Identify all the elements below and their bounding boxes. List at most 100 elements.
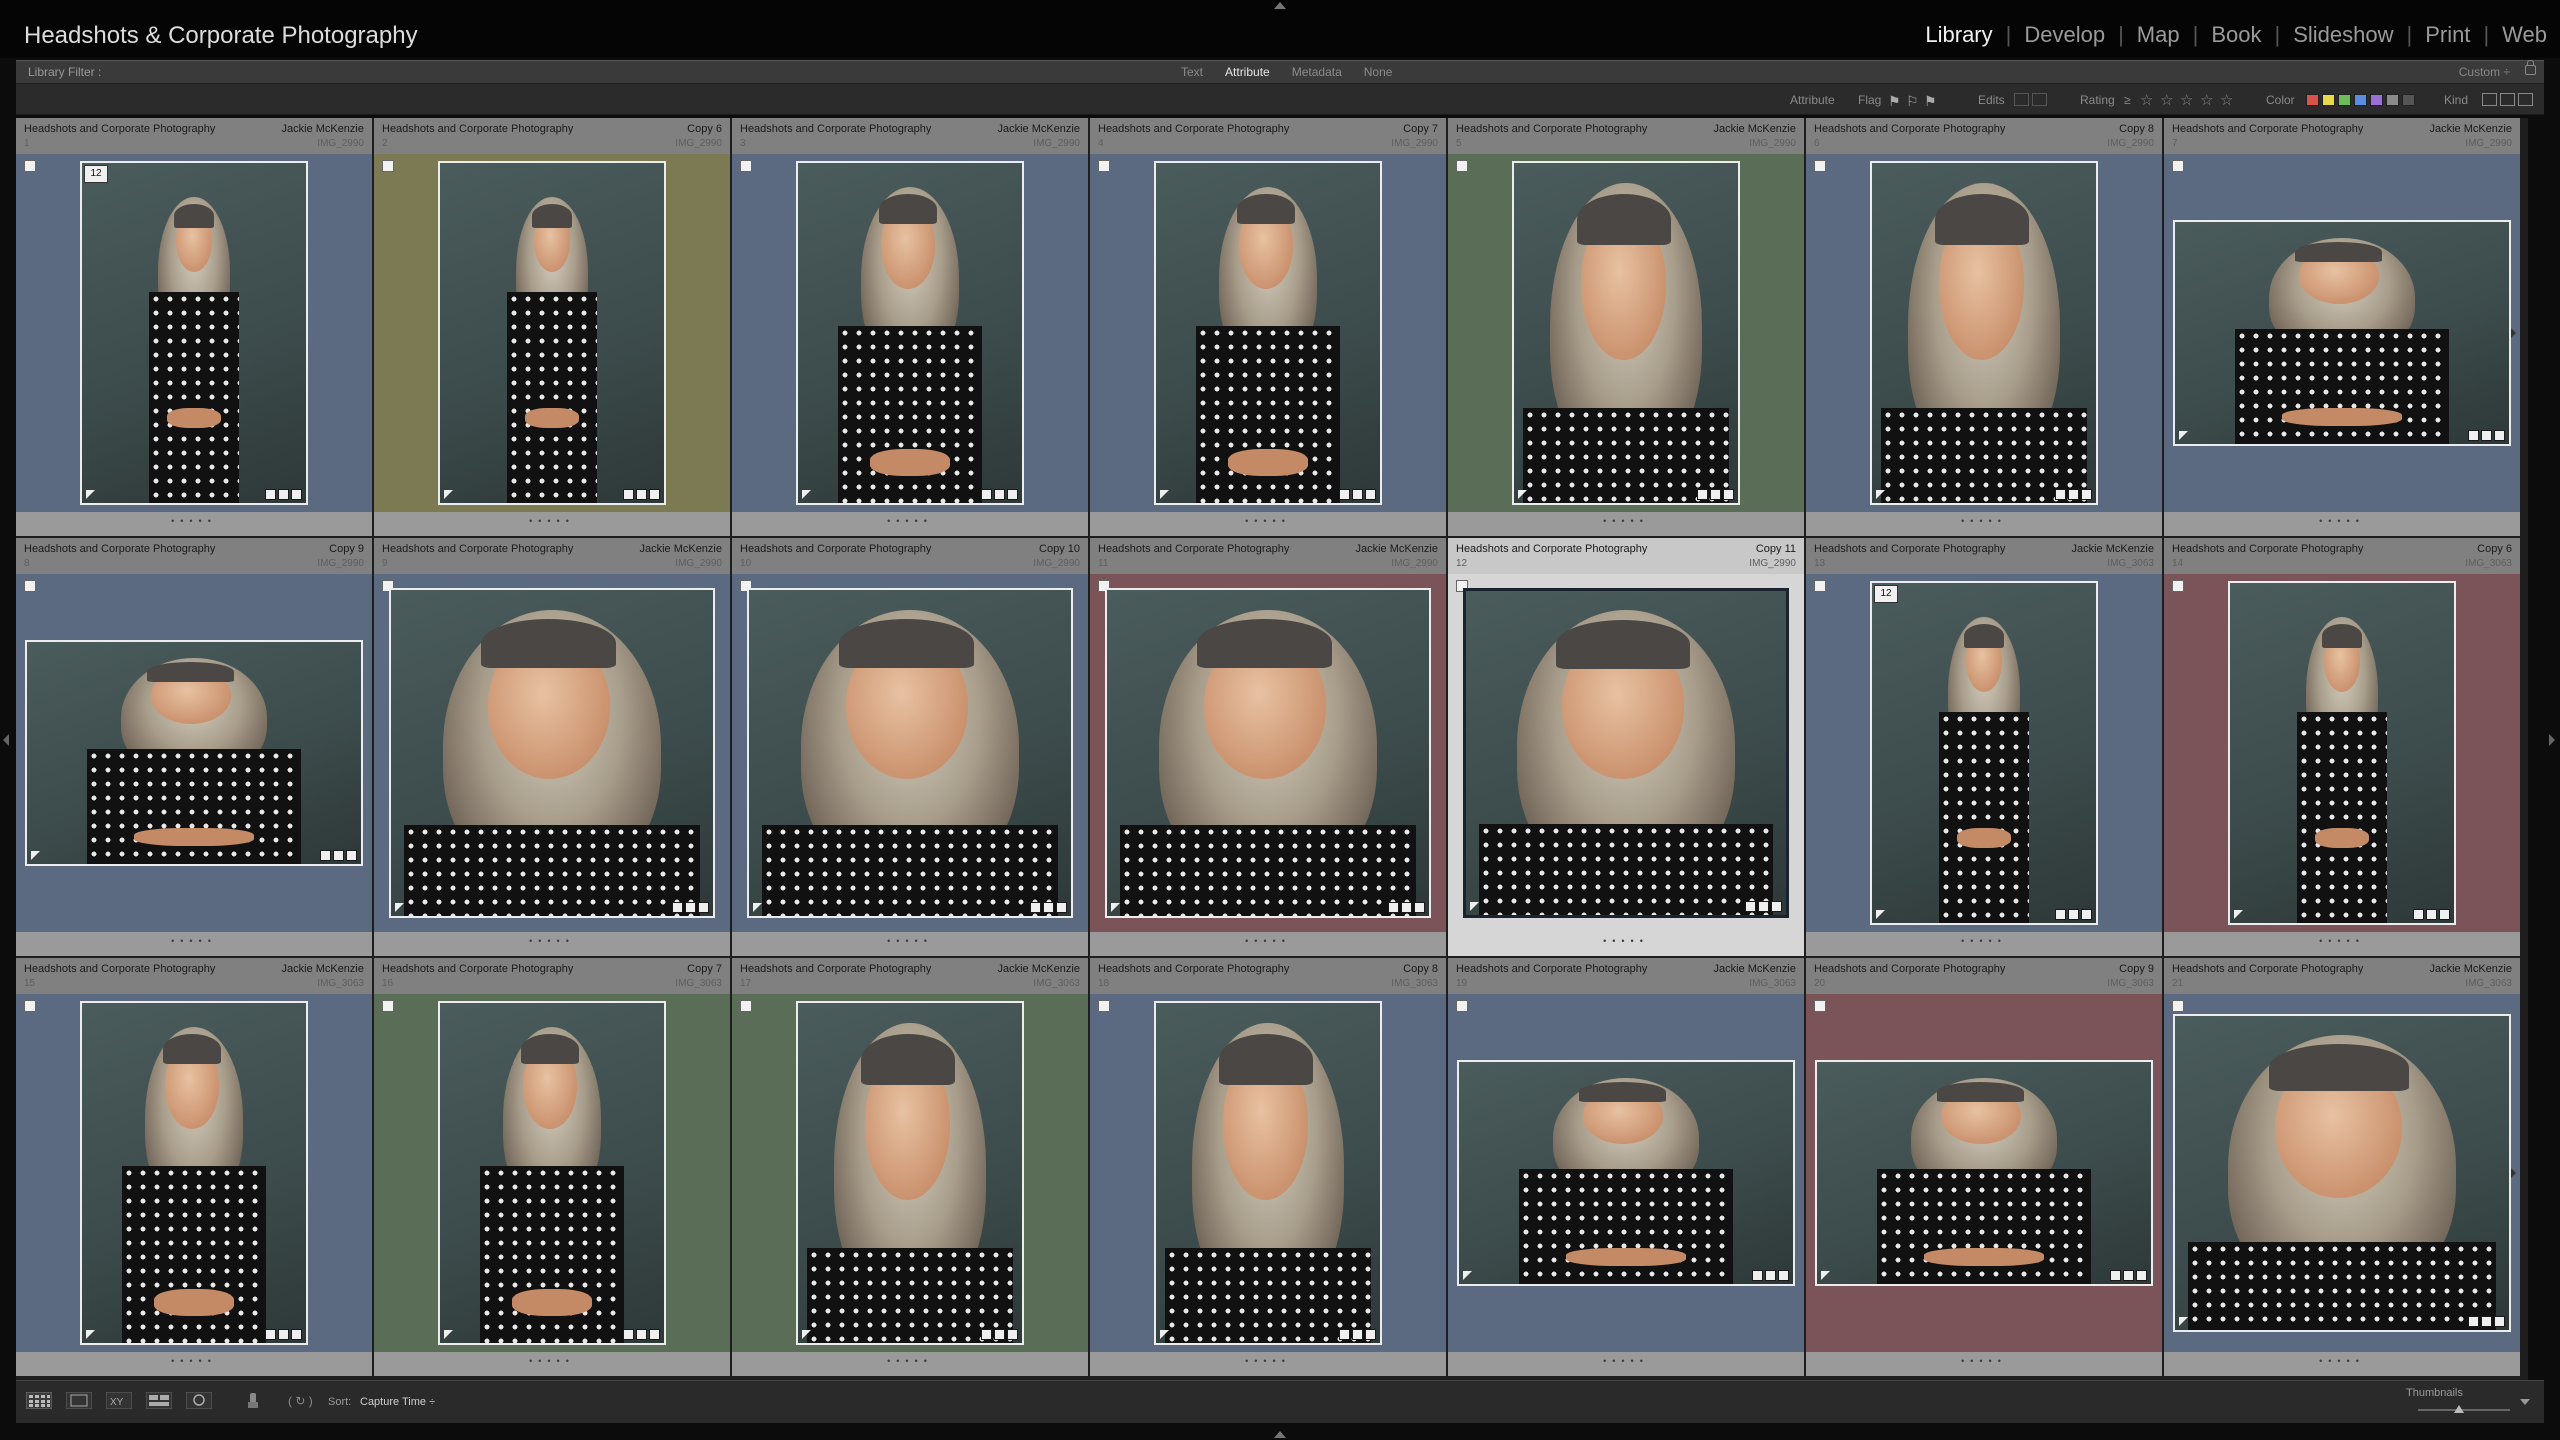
develop-adjustments-icon[interactable]	[2055, 489, 2066, 500]
rating-dots[interactable]: •••••	[732, 516, 1088, 526]
lock-icon[interactable]	[2525, 60, 2536, 75]
develop-adjustments-icon[interactable]	[672, 902, 683, 913]
crop-icon[interactable]	[278, 1329, 289, 1340]
develop-adjustments-icon[interactable]	[2055, 909, 2066, 920]
develop-adjustments-icon[interactable]	[1752, 1270, 1763, 1281]
thumbnail-size-slider-knob[interactable]	[2454, 1405, 2464, 1413]
crop-icon[interactable]	[685, 902, 696, 913]
left-panel-toggle-icon[interactable]	[3, 734, 9, 746]
thumbnail-photo[interactable]	[1457, 1060, 1795, 1286]
compare-view-icon[interactable]: XY	[106, 1392, 132, 1409]
grid-view-icon[interactable]	[26, 1392, 52, 1409]
flag-badge-icon[interactable]	[1814, 580, 1826, 592]
crop-icon[interactable]	[2481, 430, 2492, 441]
flag-unflagged-icon[interactable]: ⚐	[1906, 93, 1919, 110]
painter-icon[interactable]	[246, 1392, 260, 1409]
keyword-icon[interactable]	[1007, 1329, 1018, 1340]
star-icon-4[interactable]: ☆	[2200, 91, 2213, 109]
top-panel-toggle-icon[interactable]	[1274, 2, 1286, 9]
keyword-icon[interactable]	[2439, 909, 2450, 920]
thumbnail-cell[interactable]: Headshots and Corporate Photography Copy …	[16, 538, 372, 956]
develop-adjustments-icon[interactable]	[1339, 489, 1350, 500]
flag-badge-icon[interactable]	[740, 160, 752, 172]
develop-adjustments-icon[interactable]	[1388, 902, 1399, 913]
module-develop[interactable]: Develop	[2011, 22, 2118, 48]
rating-dots[interactable]: •••••	[1806, 1356, 2162, 1366]
crop-icon[interactable]	[2123, 1270, 2134, 1281]
flag-picked-icon[interactable]: ⚑	[1888, 93, 1901, 110]
develop-adjustments-icon[interactable]	[623, 489, 634, 500]
keyword-icon[interactable]	[2494, 430, 2505, 441]
thumbnail-photo[interactable]	[438, 1001, 666, 1345]
stack-count-badge[interactable]: 12	[84, 165, 108, 183]
crop-icon[interactable]	[2426, 909, 2437, 920]
thumbnail-cell[interactable]: Headshots and Corporate Photography Jacki…	[16, 958, 372, 1376]
keyword-icon[interactable]	[1365, 489, 1376, 500]
thumbnail-cell[interactable]: Headshots and Corporate Photography Jacki…	[732, 118, 1088, 536]
unedited-filter-icon[interactable]	[2032, 93, 2047, 106]
keyword-icon[interactable]	[649, 1329, 660, 1340]
crop-icon[interactable]	[1710, 489, 1721, 500]
keyword-icon[interactable]	[291, 1329, 302, 1340]
develop-adjustments-icon[interactable]	[1697, 489, 1708, 500]
keyword-icon[interactable]	[1365, 1329, 1376, 1340]
crop-icon[interactable]	[333, 850, 344, 861]
rating-dots[interactable]: •••••	[16, 1356, 372, 1366]
flag-badge-icon[interactable]	[2172, 160, 2184, 172]
flag-badge-icon[interactable]	[24, 580, 36, 592]
crop-icon[interactable]	[2068, 909, 2079, 920]
rating-dots[interactable]: •••••	[732, 1356, 1088, 1366]
kind-video-icon[interactable]	[2518, 93, 2533, 106]
develop-adjustments-icon[interactable]	[2468, 1316, 2479, 1327]
rating-dots[interactable]: •••••	[374, 516, 730, 526]
rating-dots[interactable]: •••••	[1806, 936, 2162, 946]
thumbnail-photo[interactable]	[1463, 588, 1789, 918]
keyword-icon[interactable]	[1007, 489, 1018, 500]
thumbnail-cell[interactable]: Headshots and Corporate Photography Jacki…	[2164, 118, 2520, 536]
rating-dots[interactable]: •••••	[16, 516, 372, 526]
star-icon-5[interactable]: ☆	[2220, 91, 2233, 109]
keyword-icon[interactable]	[1778, 1270, 1789, 1281]
develop-adjustments-icon[interactable]	[1030, 902, 1041, 913]
stack-count-badge[interactable]: 12	[1874, 585, 1898, 603]
keyword-icon[interactable]	[1771, 901, 1782, 912]
filter-tab-metadata[interactable]: Metadata	[1281, 65, 1353, 79]
flag-badge-icon[interactable]	[24, 160, 36, 172]
filmstrip-toggle-icon[interactable]	[1274, 1431, 1286, 1438]
thumbnail-photo[interactable]	[796, 161, 1024, 505]
develop-adjustments-icon[interactable]	[2110, 1270, 2121, 1281]
rating-operator[interactable]: ≥	[2124, 93, 2131, 107]
flag-rejected-icon[interactable]: ⚑	[1924, 93, 1937, 110]
rating-dots[interactable]: •••••	[1806, 516, 2162, 526]
thumbnail-cell[interactable]: Headshots and Corporate Photography Jacki…	[1806, 538, 2162, 956]
rating-dots[interactable]: •••••	[1448, 516, 1804, 526]
crop-icon[interactable]	[2481, 1316, 2492, 1327]
rating-dots[interactable]: •••••	[1090, 1356, 1446, 1366]
thumbnail-cell[interactable]: Headshots and Corporate Photography Jacki…	[1448, 118, 1804, 536]
right-panel-toggle-icon[interactable]	[2549, 734, 2555, 746]
color-swatch-1[interactable]	[2306, 94, 2319, 106]
thumbnail-photo[interactable]	[1154, 161, 1382, 505]
filter-preset-dropdown[interactable]: Custom ÷	[2459, 65, 2510, 79]
crop-icon[interactable]	[1401, 902, 1412, 913]
thumbnail-photo[interactable]	[1870, 161, 2098, 505]
develop-adjustments-icon[interactable]	[265, 1329, 276, 1340]
keyword-icon[interactable]	[698, 902, 709, 913]
filter-tab-none[interactable]: None	[1353, 65, 1404, 79]
crop-icon[interactable]	[636, 489, 647, 500]
thumbnail-cell[interactable]: Headshots and Corporate Photography Jacki…	[2164, 958, 2520, 1376]
develop-adjustments-icon[interactable]	[265, 489, 276, 500]
thumbnail-cell[interactable]: Headshots and Corporate Photography Jacki…	[1090, 538, 1446, 956]
thumbnail-cell[interactable]: Headshots and Corporate Photography Copy …	[2164, 538, 2520, 956]
module-print[interactable]: Print	[2412, 22, 2483, 48]
color-swatch-3[interactable]	[2338, 94, 2351, 106]
loupe-view-icon[interactable]	[66, 1392, 92, 1409]
stack-expand-arrow-icon[interactable]	[2511, 1168, 2516, 1178]
module-slideshow[interactable]: Slideshow	[2280, 22, 2406, 48]
keyword-icon[interactable]	[649, 489, 660, 500]
thumbnail-cell[interactable]: Headshots and Corporate Photography Copy …	[374, 118, 730, 536]
keyword-icon[interactable]	[1056, 902, 1067, 913]
color-swatch-5[interactable]	[2370, 94, 2383, 106]
toolbar-options-dropdown-icon[interactable]	[2520, 1399, 2530, 1405]
thumbnail-photo[interactable]	[80, 1001, 308, 1345]
